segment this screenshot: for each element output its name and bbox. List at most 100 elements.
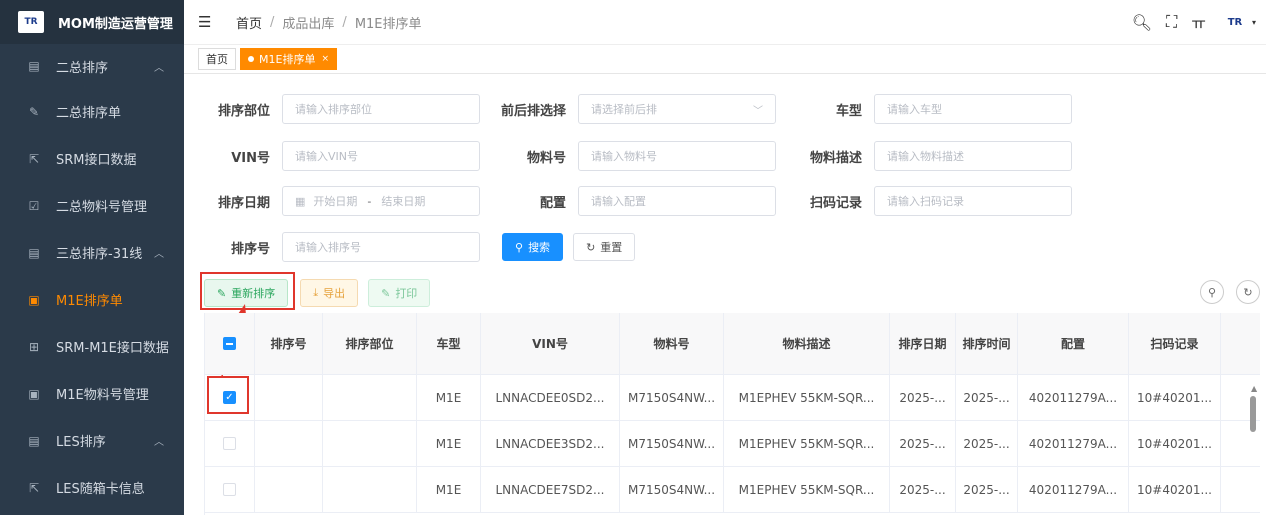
cell-material: M7150S4NW...	[620, 467, 724, 512]
user-avatar[interactable]: TR	[1220, 12, 1250, 32]
col-header[interactable]: 配置	[1018, 313, 1129, 374]
sidebar-item-label: M1E物料号管理	[56, 388, 149, 403]
cell-part	[323, 421, 417, 466]
board-icon: ▤	[28, 433, 40, 448]
col-header[interactable]: 排序时间	[956, 313, 1018, 374]
cell-seq	[255, 375, 323, 420]
cell-vin: LNNACDEE3SD2...	[481, 421, 620, 466]
col-header[interactable]: 排序号	[255, 313, 323, 374]
col-header[interactable]: 车型	[417, 313, 481, 374]
material-desc-input[interactable]: 请输入物料描述	[874, 141, 1072, 171]
col-header[interactable]: VIN号	[481, 313, 620, 374]
table-row[interactable]: ✓ M1E LNNACDEE0SD2... M7150S4NW... M1EPH…	[205, 375, 1260, 421]
search-icon[interactable]: 🔍︎	[1132, 13, 1152, 32]
data-table: 排序号 排序部位 车型 VIN号 物料号 物料描述 排序日期 排序时间 配置 扫…	[204, 313, 1260, 515]
label-config: 配置	[539, 195, 566, 211]
sidebar-item-m1e-material[interactable]: ▣ M1E物料号管理	[0, 370, 184, 417]
reset-button[interactable]: ↻ 重置	[573, 233, 636, 261]
cell-model: M1E	[417, 421, 481, 466]
row-checkbox[interactable]: ✓	[223, 391, 236, 404]
tab-m1e-paixudan[interactable]: M1E排序单 ×	[240, 48, 337, 70]
export-button-label: 导出	[323, 287, 346, 300]
table-scrollbar[interactable]: ▲	[1248, 376, 1260, 515]
app-title: MOM制造运营管理	[58, 16, 173, 32]
table-row[interactable]: M1E LNNACDEE7SD2... M7150S4NW... M1EPHEV…	[205, 467, 1260, 513]
col-header[interactable]: 物料描述	[724, 313, 890, 374]
active-dot-icon	[248, 56, 254, 62]
config-input[interactable]: 请输入配置	[578, 186, 776, 216]
scroll-thumb[interactable]	[1250, 396, 1256, 432]
scroll-up-icon[interactable]: ▲	[1251, 384, 1257, 393]
chevron-up-icon: ︿	[154, 249, 164, 260]
col-header[interactable]: 扫码记录	[1129, 313, 1221, 374]
date-end-placeholder: 结束日期	[381, 195, 426, 208]
label-material: 物料号	[526, 150, 566, 166]
table-header: 排序号 排序部位 车型 VIN号 物料号 物料描述 排序日期 排序时间 配置 扫…	[205, 313, 1260, 375]
refresh-icon[interactable]: ↻	[1236, 280, 1260, 304]
breadcrumb-current: M1E排序单	[354, 16, 422, 32]
scan-input[interactable]: 请输入扫码记录	[874, 186, 1072, 216]
chevron-up-icon: ︿	[154, 62, 164, 74]
print-button-label: 打印	[395, 287, 418, 300]
seq-input[interactable]: 请输入排序号	[282, 232, 480, 262]
col-header[interactable]: 排序日期	[890, 313, 956, 374]
sidebar-item-erzong-paixu[interactable]: ▤ 二总排序 ︿	[0, 44, 184, 88]
model-input[interactable]: 请输入车型	[874, 94, 1072, 124]
col-header[interactable]: 排序部位	[323, 313, 417, 374]
front-back-select[interactable]: 请选择前后排 ﹀	[578, 94, 776, 124]
plug-icon: ⇱	[28, 151, 40, 166]
row-select-cell: ✓	[205, 375, 255, 420]
export-button[interactable]: ⤓ 导出	[300, 279, 359, 307]
sidebar-item-les-card[interactable]: ⇱ LES随箱卡信息	[0, 464, 184, 511]
col-header[interactable]: 物料号	[620, 313, 724, 374]
part-input[interactable]: 请输入排序部位	[282, 94, 480, 124]
sidebar-item-label: 二总排序单	[56, 106, 122, 121]
sidebar-item-erzong-paixudan[interactable]: ✎ 二总排序单	[0, 88, 184, 135]
caret-down-icon[interactable]: ▾	[1252, 18, 1256, 27]
sidebar-item-erzong-material[interactable]: ☑ 二总物料号管理	[0, 182, 184, 229]
tab-home[interactable]: 首页	[198, 48, 236, 70]
sidebar-item-sanzong-paixu[interactable]: ▤ 三总排序-31线 ︿	[0, 229, 184, 276]
menu-toggle-icon[interactable]: ☰	[198, 13, 218, 31]
table-row[interactable]: M1E LNNACDEE3SD2... M7150S4NW... M1EPHEV…	[205, 421, 1260, 467]
form-row-2: VIN号 请输入VIN号 物料号 请输入物料号 物料描述 请输入物料描述	[184, 140, 1072, 172]
form-row-3: 排序日期 ▦ 开始日期 - 结束日期 配置 请输入配置 扫码记录 请输入扫码记录	[184, 185, 1072, 217]
search-button[interactable]: ⚲ 搜索	[502, 233, 564, 261]
logo-bar: TR MOM制造运营管理	[0, 0, 184, 44]
cell-material: M7150S4NW...	[620, 375, 724, 420]
font-size-icon[interactable]: ㅠ	[1191, 10, 1206, 34]
sidebar-item-label: 二总物料号管理	[56, 200, 148, 215]
tags-view: 首页 M1E排序单 ×	[184, 44, 1266, 74]
date-start-placeholder: 开始日期	[313, 195, 358, 208]
label-vin: VIN号	[231, 150, 270, 166]
cell-desc: M1EPHEV 55KM-SQR...	[724, 375, 890, 420]
vin-input[interactable]: 请输入VIN号	[282, 141, 480, 171]
cell-seq	[255, 467, 323, 512]
fullscreen-icon[interactable]: ⛶	[1166, 12, 1177, 32]
app-root: TR MOM制造运营管理 ▤ 二总排序 ︿ ✎ 二总排序单 ⇱ SRM接口数据 …	[0, 0, 1266, 515]
sidebar-item-srm-data[interactable]: ⇱ SRM接口数据	[0, 135, 184, 182]
sidebar-item-label: M1E排序单	[56, 294, 123, 309]
material-input[interactable]: 请输入物料号	[578, 141, 776, 171]
breadcrumb-home[interactable]: 首页	[236, 13, 262, 32]
sidebar-item-label: 二总排序	[56, 60, 109, 76]
row-select-cell	[205, 421, 255, 466]
board-icon: ▤	[28, 245, 40, 260]
select-all-checkbox[interactable]	[223, 337, 236, 350]
search-toggle-icon[interactable]: ⚲	[1200, 280, 1224, 304]
row-checkbox[interactable]	[223, 483, 236, 496]
edit-icon: ✎	[381, 286, 391, 300]
close-icon[interactable]: ×	[321, 54, 329, 64]
sidebar-item-srm-m1e[interactable]: ⊞ SRM-M1E接口数据	[0, 323, 184, 370]
calendar-icon: ▦	[295, 194, 306, 208]
refresh-icon: ↻	[586, 240, 596, 254]
row-checkbox[interactable]	[223, 437, 236, 450]
chevron-up-icon: ︿	[154, 437, 164, 448]
sidebar-item-m1e-paixudan[interactable]: ▣ M1E排序单	[0, 276, 184, 323]
sidebar-item-les-paixu[interactable]: ▤ LES排序 ︿	[0, 417, 184, 464]
search-button-label: 搜索	[528, 241, 551, 254]
print-button[interactable]: ✎ 打印	[368, 279, 431, 307]
cell-time: 2025-...	[956, 467, 1018, 512]
date-range-picker[interactable]: ▦ 开始日期 - 结束日期	[282, 186, 480, 216]
cell-desc: M1EPHEV 55KM-SQR...	[724, 467, 890, 512]
